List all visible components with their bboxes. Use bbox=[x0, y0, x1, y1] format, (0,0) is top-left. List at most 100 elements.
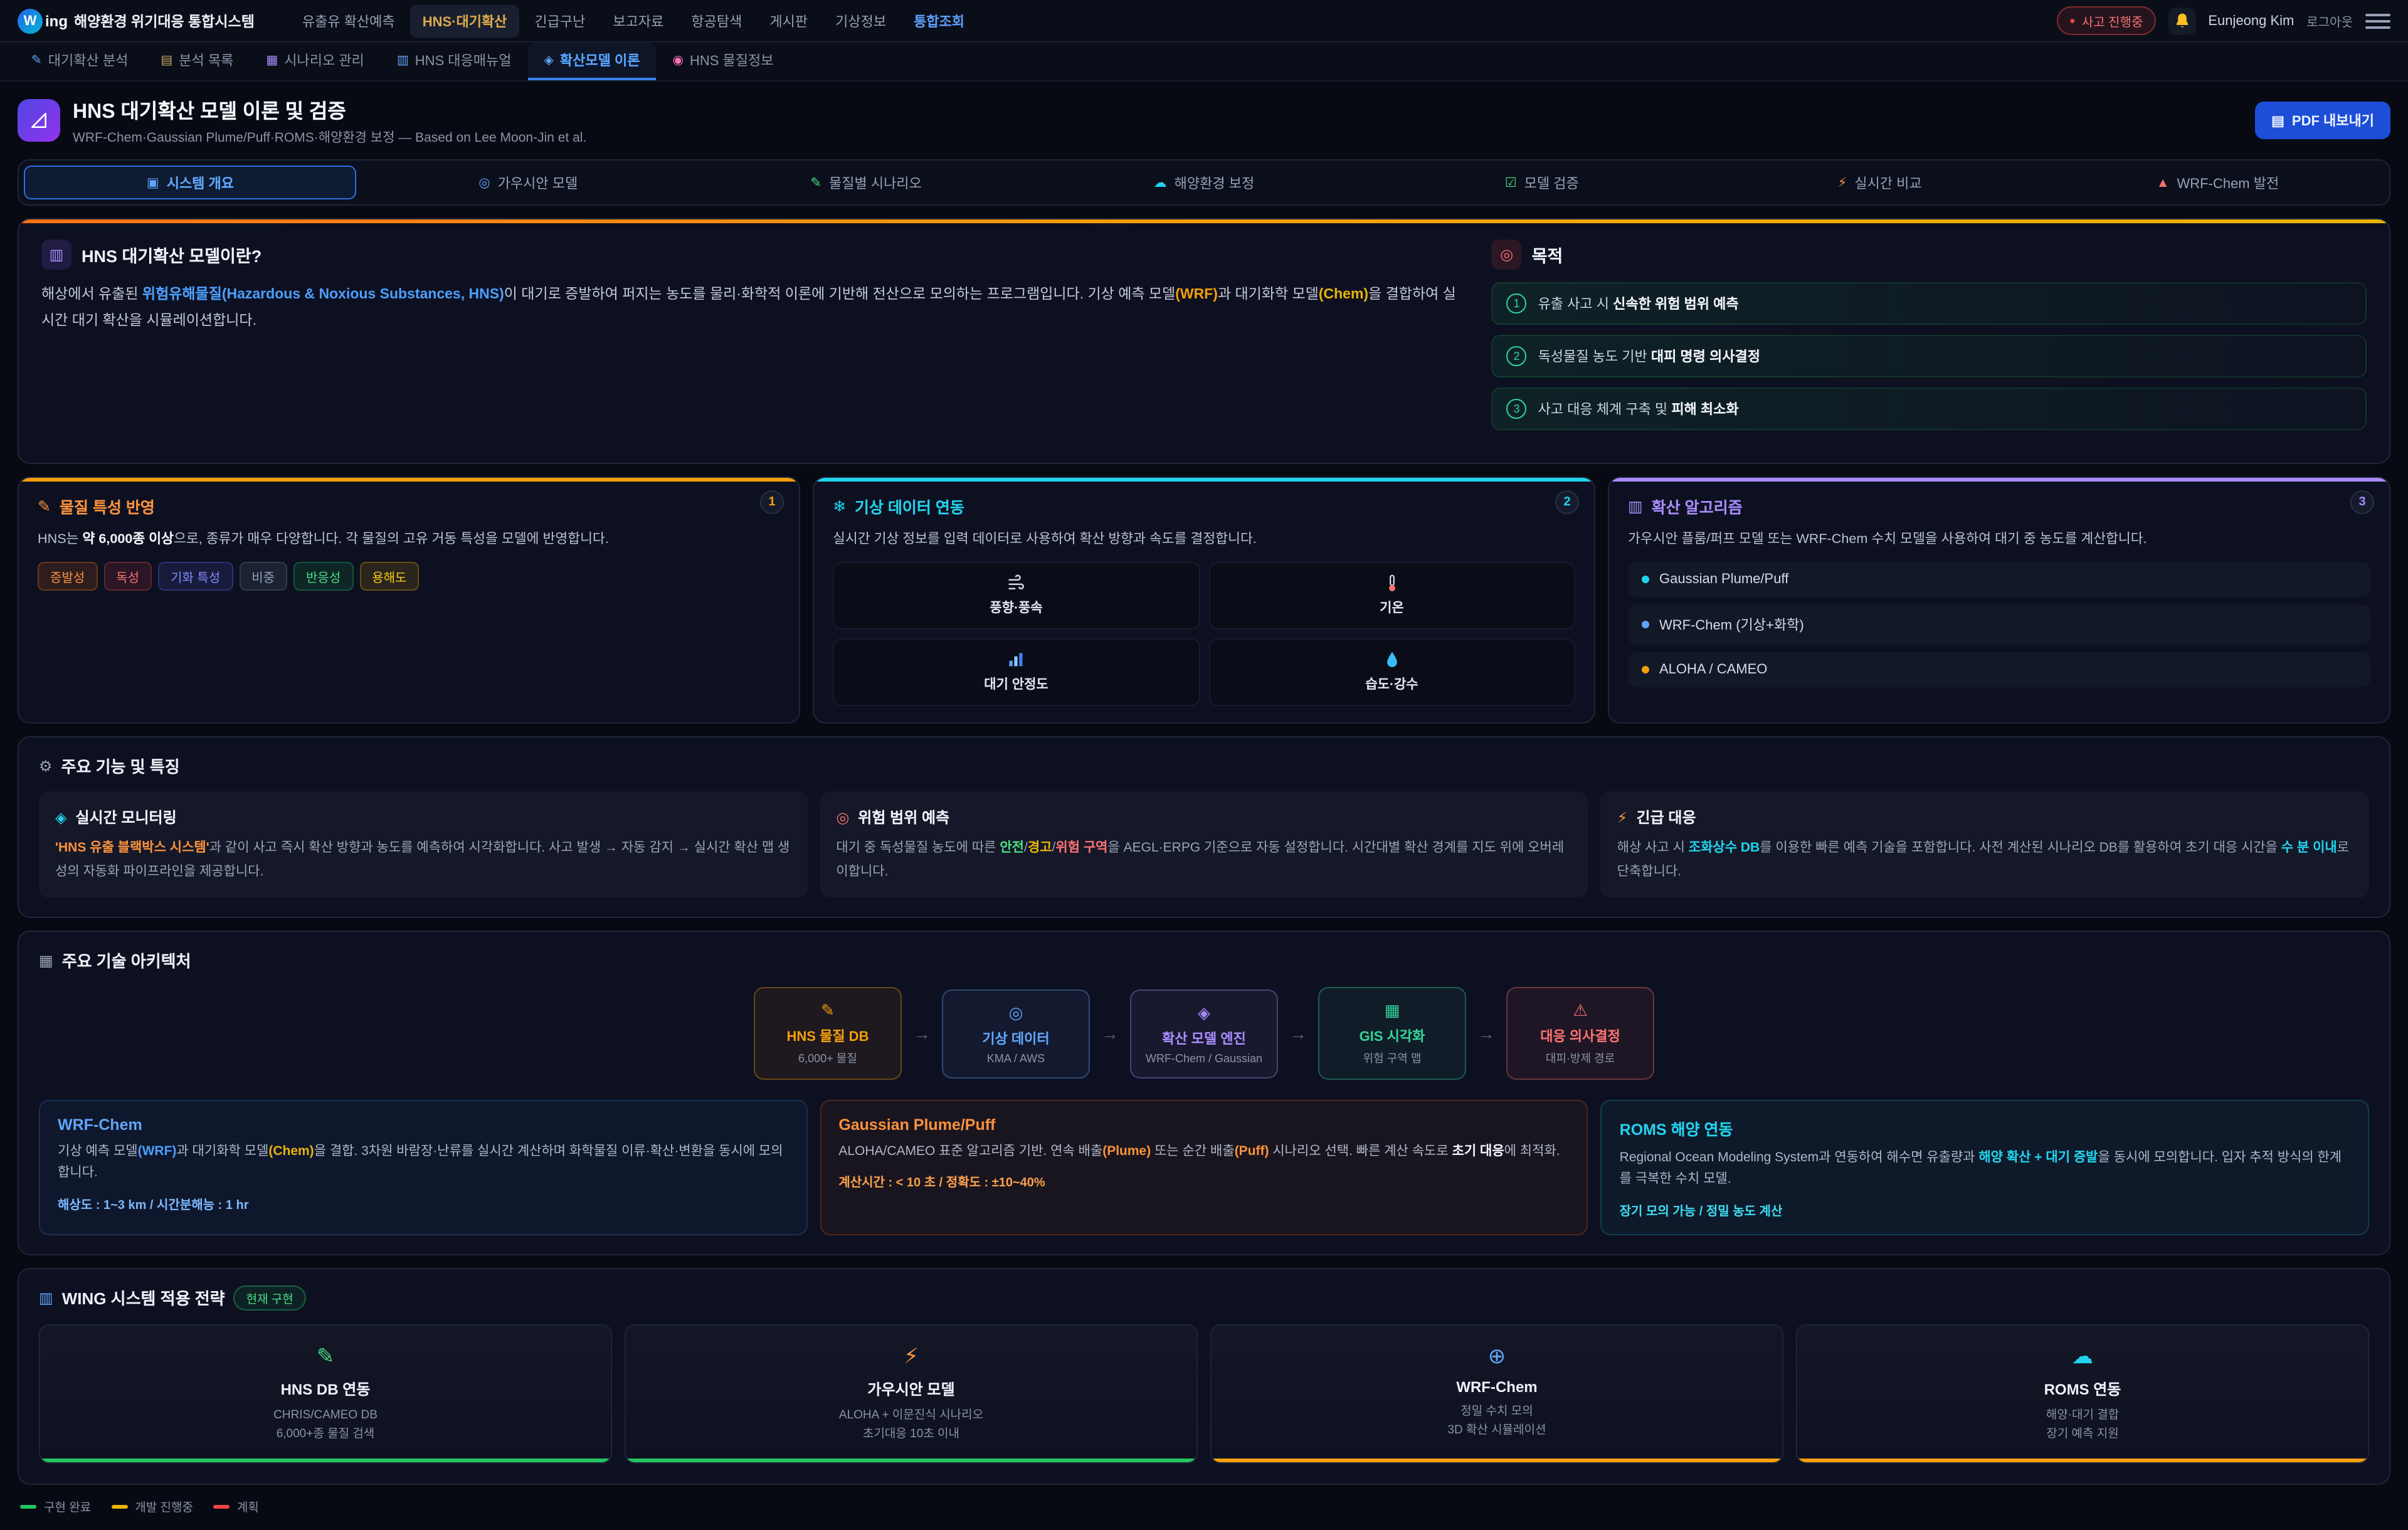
strategy-card-line: 해양·대기 결합 bbox=[1810, 1405, 2355, 1424]
pillar-diffusion-algorithm: ▥확산 알고리즘 3 가우시안 플룸/퍼프 모델 또는 WRF-Chem 수치 … bbox=[1608, 477, 2390, 724]
feature-text: 'HNS 유출 블랙박스 시스템'과 같이 사고 즉시 확산 방향과 농도를 예… bbox=[55, 837, 791, 884]
tab-wrf-chem-evolution[interactable]: ▲WRF-Chem 발전 bbox=[2051, 166, 2384, 199]
subnav-hns-response-manual[interactable]: ▥HNS 대응매뉴얼 bbox=[381, 43, 528, 80]
main-content: HNS 대기확산 모델 이론 및 검증 WRF-Chem·Gaussian Pl… bbox=[0, 82, 2408, 1530]
rocket-icon: ▲ bbox=[2157, 175, 2170, 190]
ruler-icon bbox=[18, 99, 60, 142]
brand-logo[interactable]: W ing 해양환경 위기대응 통합시스템 bbox=[18, 8, 255, 33]
engine-icon: ◈ bbox=[1144, 1003, 1264, 1023]
nav-item-hns-air-diffusion[interactable]: HNS·대기확산 bbox=[410, 4, 520, 37]
pillar-cards: ✎물질 특성 반영 1 HNS는 약 6,000종 이상으로, 종류가 매우 다… bbox=[18, 477, 2390, 724]
text-segment: 해상에서 유출된 bbox=[41, 287, 142, 302]
feature-emergency-response: ⚡긴급 대응 해상 사고 시 조화상수 DB를 이용한 빠른 예측 기술을 포함… bbox=[1601, 792, 2369, 899]
monitor-icon: ▣ bbox=[147, 175, 159, 190]
text-segment: ALOHA/CAMEO 표준 알고리즘 기반. 연속 배출 bbox=[838, 1144, 1102, 1159]
legend-complete: 구현 완료 bbox=[20, 1497, 91, 1515]
text-segment: 해양 확산 + 대기 증발 bbox=[1978, 1150, 2098, 1165]
pipeline-node-model-engine: ◈ 확산 모델 엔진 WRF-Chem / Gaussian bbox=[1130, 989, 1278, 1078]
legend-dash-icon bbox=[213, 1504, 230, 1508]
nav-item-integrated-search[interactable]: 통합조회 bbox=[901, 4, 977, 37]
text-segment: 해상 사고 시 bbox=[1617, 841, 1689, 856]
number-circle: 2 bbox=[1507, 346, 1527, 366]
notification-bell-button[interactable] bbox=[2168, 7, 2195, 34]
legend-dash-icon bbox=[111, 1504, 127, 1508]
strategy-grid: ✎ HNS DB 연동 CHRIS/CAMEO DB 6,000+종 물질 검색… bbox=[39, 1324, 2369, 1464]
nav-item-board[interactable]: 게시판 bbox=[757, 4, 820, 37]
purpose-text: 사고 대응 체계 구축 및 피해 최소화 bbox=[1538, 399, 1739, 419]
model-name: ROMS 해양 연동 bbox=[1620, 1116, 2350, 1140]
tab-realtime-comparison[interactable]: ⚡실시간 비교 bbox=[1713, 166, 2046, 199]
nav-item-emergency-rescue[interactable]: 긴급구난 bbox=[522, 4, 598, 37]
nav-item-reports[interactable]: 보고자료 bbox=[600, 4, 676, 37]
model-name: Gaussian Plume/Puff bbox=[838, 1116, 1569, 1134]
subnav-label: 확산모델 이론 bbox=[560, 50, 640, 70]
droplet-icon bbox=[1383, 652, 1401, 669]
incident-status-badge[interactable]: ● 사고 진행중 bbox=[2057, 6, 2155, 35]
model-stats: 계산시간 : < 10 초 / 정확도 : ±10~40% bbox=[838, 1172, 1569, 1191]
tab-gaussian-model[interactable]: ◎가우시안 모델 bbox=[362, 166, 695, 199]
tab-marine-correction[interactable]: ☁해양환경 보정 bbox=[1038, 166, 1371, 199]
status-dot-icon: ● bbox=[2069, 16, 2076, 26]
page-header: HNS 대기확산 모델 이론 및 검증 WRF-Chem·Gaussian Pl… bbox=[18, 94, 2390, 147]
purpose-title: 목적 bbox=[1532, 242, 1563, 267]
model-cards: WRF-Chem 기상 예측 모델(WRF)과 대기화학 모델(Chem)을 결… bbox=[39, 1100, 2369, 1235]
subnav-label: HNS 대응매뉴얼 bbox=[415, 50, 512, 70]
app-root: W ing 해양환경 위기대응 통합시스템 유출유 확산예측 HNS·대기확산 … bbox=[0, 0, 2408, 1530]
feature-title: 위험 범위 예측 bbox=[858, 807, 949, 828]
pencil-icon: ✎ bbox=[38, 497, 51, 515]
node-title: 확산 모델 엔진 bbox=[1144, 1028, 1264, 1048]
pencil-icon: ✎ bbox=[810, 175, 821, 190]
top-navigation: W ing 해양환경 위기대응 통합시스템 유출유 확산예측 HNS·대기확산 … bbox=[0, 0, 2408, 43]
wing-logo-icon: W bbox=[18, 8, 43, 33]
text-segment: 기상 예측 모델 bbox=[58, 1144, 138, 1159]
subnav-analysis-list[interactable]: ▤분석 목록 bbox=[144, 43, 250, 80]
user-name: Eunjeong Kim bbox=[2208, 13, 2294, 28]
tag-toxicity: 독성 bbox=[103, 562, 152, 591]
hamburger-menu-icon[interactable] bbox=[2365, 11, 2390, 31]
node-subtitle: KMA / AWS bbox=[956, 1052, 1076, 1064]
text-segment: (WRF) bbox=[1175, 287, 1218, 302]
tab-system-overview[interactable]: ▣시스템 개요 bbox=[24, 166, 357, 199]
pipeline-node-gis-visualization: ▦ GIS 시각화 위험 구역 맵 bbox=[1318, 987, 1466, 1080]
globe-icon: ⊕ bbox=[1224, 1344, 1770, 1369]
features-title: 주요 기능 및 특징 bbox=[61, 754, 180, 778]
strategy-card-title: HNS DB 연동 bbox=[53, 1378, 598, 1399]
bullet-icon bbox=[1642, 576, 1649, 584]
weather-label: 기온 bbox=[1380, 599, 1404, 618]
text-segment: 수 분 이내 bbox=[2281, 841, 2337, 856]
architecture-section: ▦주요 기술 아키텍처 ✎ HNS 물질 DB 6,000+ 물질 → ◎ 기상… bbox=[18, 931, 2390, 1255]
bullet-icon bbox=[1642, 667, 1649, 674]
model-description: ALOHA/CAMEO 표준 알고리즘 기반. 연속 배출(Plume) 또는 … bbox=[838, 1141, 1569, 1163]
flask-icon: ◈ bbox=[544, 53, 554, 67]
feature-title: 실시간 모니터링 bbox=[75, 807, 176, 828]
status-bar bbox=[626, 1459, 1196, 1462]
bullet-icon bbox=[1642, 621, 1649, 629]
pdf-export-button[interactable]: ▤ PDF 내보내기 bbox=[2255, 102, 2390, 139]
features-grid: ◈실시간 모니터링 'HNS 유출 블랙박스 시스템'과 같이 사고 즉시 확산… bbox=[39, 792, 2369, 899]
wind-icon: ❄ bbox=[833, 497, 846, 515]
subnav-diffusion-model-theory[interactable]: ◈ 확산모델 이론 bbox=[528, 43, 657, 80]
legend-label: 구현 완료 bbox=[44, 1497, 91, 1515]
subnav-air-diffusion-analysis[interactable]: ✎대기확산 분석 bbox=[15, 43, 144, 80]
algo-item-wrfchem: WRF-Chem (기상+화학) bbox=[1628, 605, 2370, 645]
subnav-hns-substance-info[interactable]: ◉HNS 물질정보 bbox=[656, 43, 789, 80]
list-icon: ▤ bbox=[161, 53, 172, 67]
strategy-card-line: 3D 확산 시뮬레이션 bbox=[1224, 1421, 1770, 1440]
property-tags: 증발성 독성 기화 특성 비중 반응성 용해도 bbox=[38, 562, 780, 591]
tab-model-validation[interactable]: ☑모델 검증 bbox=[1375, 166, 1708, 199]
atom-icon: ◉ bbox=[672, 53, 683, 67]
nav-item-aerial-search[interactable]: 항공탐색 bbox=[679, 4, 754, 37]
feature-text: 해상 사고 시 조화상수 DB를 이용한 빠른 예측 기술을 포함합니다. 사전… bbox=[1617, 837, 2353, 884]
nav-item-oil-diffusion[interactable]: 유출유 확산예측 bbox=[290, 4, 408, 37]
subnav-scenario-management[interactable]: ▦시나리오 관리 bbox=[250, 43, 380, 80]
nav-item-weather-info[interactable]: 기상정보 bbox=[823, 4, 899, 37]
pillar-number-badge: 2 bbox=[1555, 490, 1579, 514]
logout-link[interactable]: 로그아웃 bbox=[2306, 11, 2353, 30]
text-segment: 를 이용한 빠른 예측 기술을 포함합니다. 사전 계산된 시나리오 DB를 활… bbox=[1760, 841, 2281, 856]
algo-item-aloha: ALOHA / CAMEO bbox=[1628, 653, 2370, 688]
status-bar bbox=[1797, 1459, 2368, 1462]
intro-section: ▥ HNS 대기확산 모델이란? 해상에서 유출된 위험유해물질(Hazardo… bbox=[18, 218, 2390, 464]
tab-substance-scenario[interactable]: ✎물질별 시나리오 bbox=[700, 166, 1033, 199]
text-segment: (Puff) bbox=[1235, 1144, 1269, 1159]
target-icon: ◎ bbox=[1492, 240, 1522, 270]
